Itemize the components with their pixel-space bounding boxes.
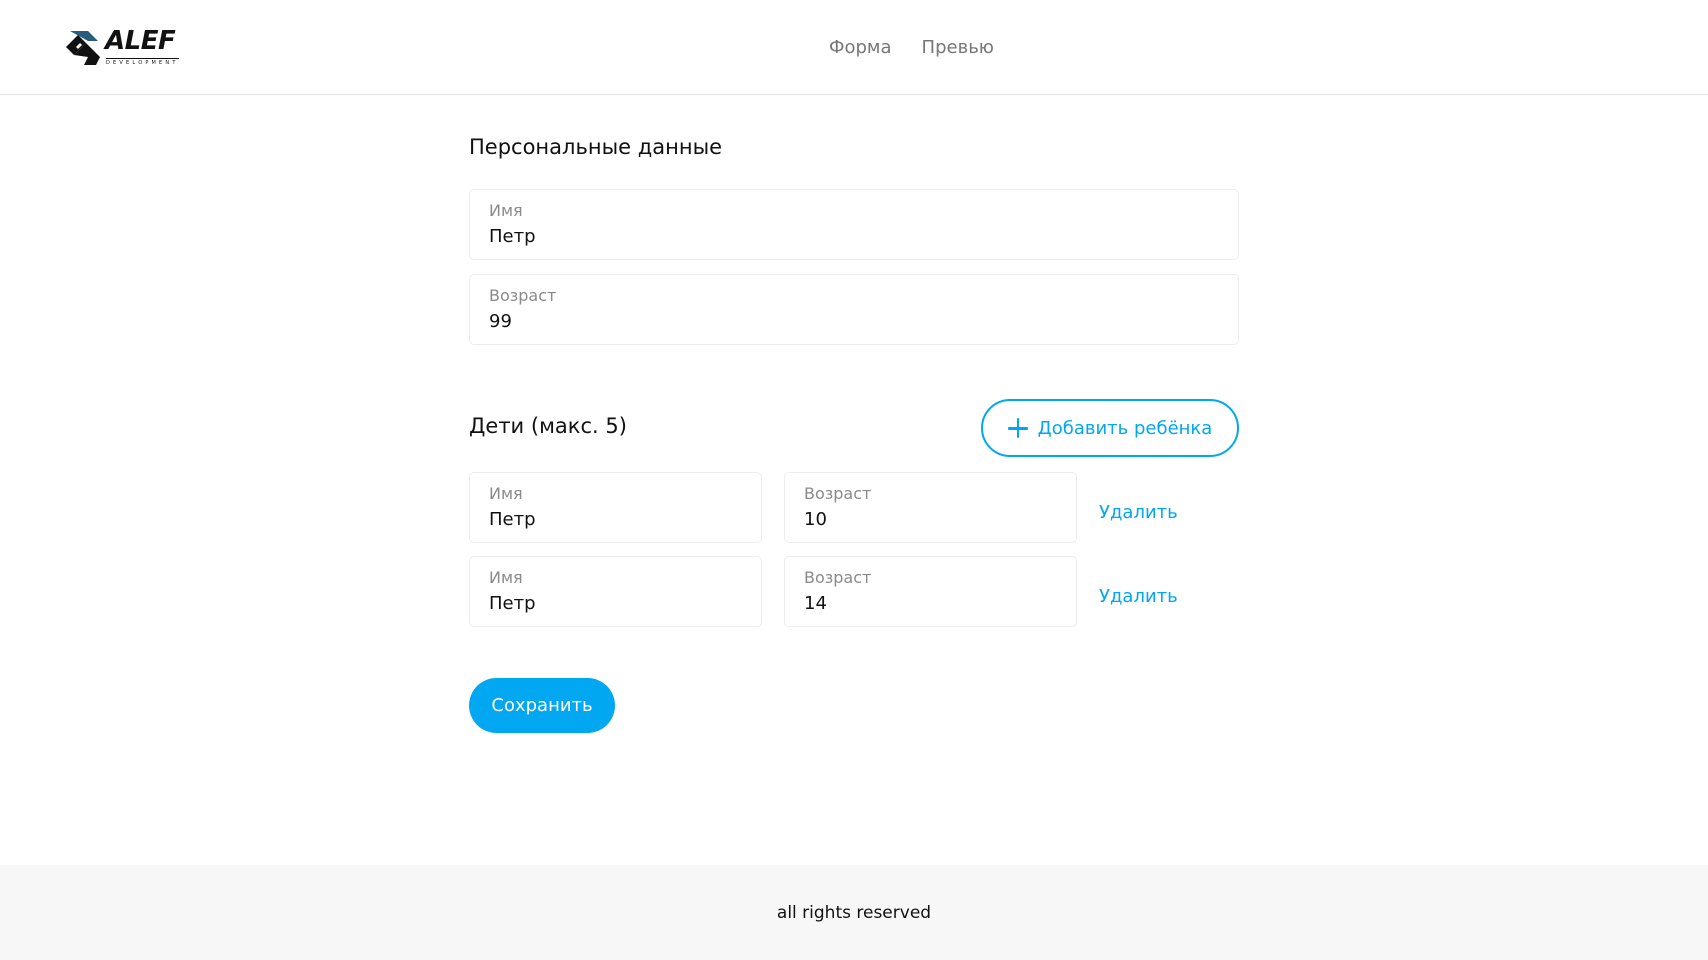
alef-logo-icon [66, 31, 100, 65]
child-name-label: Имя [489, 568, 523, 587]
child-name-label: Имя [489, 484, 523, 503]
logo-text: ALEF [105, 26, 176, 56]
nav-item-preview[interactable]: Превью [922, 37, 994, 58]
plus-icon [1007, 418, 1028, 438]
child-age-field[interactable]: Возраст [784, 472, 1077, 543]
child-age-label: Возраст [804, 568, 872, 587]
personal-age-field[interactable]: Возраст [469, 274, 1239, 345]
personal-age-input[interactable] [489, 311, 1217, 332]
personal-data-title: Персональные данные [469, 135, 723, 159]
main-nav: Форма Превью [829, 37, 994, 58]
child-age-input[interactable] [804, 509, 1055, 530]
child-name-field[interactable]: Имя [469, 472, 762, 543]
alef-logo[interactable]: ALEF DEVELOPMENT [64, 26, 184, 68]
delete-child-link[interactable]: Удалить [1099, 502, 1178, 523]
personal-name-input[interactable] [489, 226, 1217, 247]
footer: all rights reserved [0, 865, 1708, 960]
personal-name-field[interactable]: Имя [469, 189, 1239, 260]
header: ALEF DEVELOPMENT Форма Превью [0, 0, 1708, 95]
child-age-label: Возраст [804, 484, 872, 503]
nav-item-form[interactable]: Форма [829, 37, 892, 58]
delete-child-link[interactable]: Удалить [1099, 586, 1178, 607]
logo-subtext: DEVELOPMENT [106, 58, 179, 66]
save-button[interactable]: Сохранить [469, 678, 615, 733]
add-child-label: Добавить ребёнка [1037, 417, 1213, 439]
personal-age-label: Возраст [489, 286, 557, 305]
child-name-field[interactable]: Имя [469, 556, 762, 627]
child-name-input[interactable] [489, 593, 740, 614]
children-title: Дети (макс. 5) [469, 414, 627, 438]
child-age-field[interactable]: Возраст [784, 556, 1077, 627]
child-age-input[interactable] [804, 593, 1055, 614]
footer-text: all rights reserved [776, 903, 932, 923]
child-name-input[interactable] [489, 509, 740, 530]
personal-name-label: Имя [489, 201, 523, 220]
add-child-button[interactable]: Добавить ребёнка [981, 399, 1239, 457]
